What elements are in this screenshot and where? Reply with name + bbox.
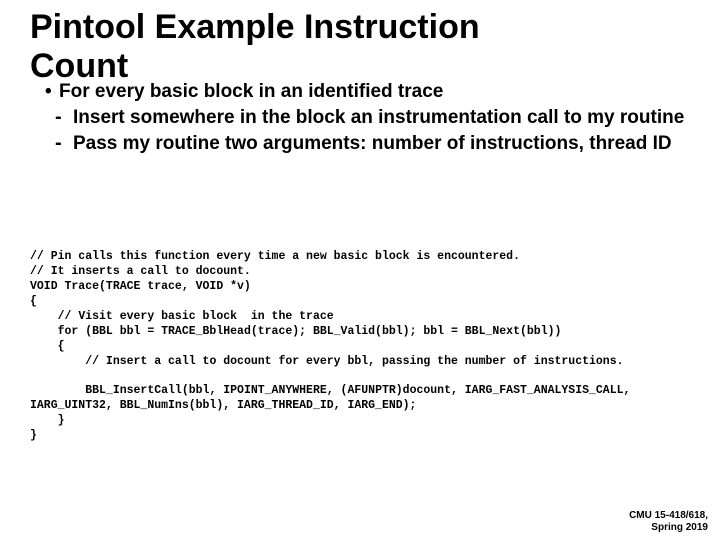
title-line-1: Pintool Example Instruction (30, 8, 480, 46)
body-text: For every basic block in an identified t… (45, 80, 690, 155)
code-block: // Pin calls this function every time a … (30, 250, 690, 444)
sub-bullet-2: Pass my routine two arguments: number of… (51, 132, 690, 156)
footer-line-1: CMU 15-418/618, (629, 510, 708, 521)
footer-line-2: Spring 2019 (651, 522, 708, 533)
sub-bullet-list: Insert somewhere in the block an instrum… (51, 106, 690, 156)
slide: Pintool Example Instruction Count For ev… (0, 0, 720, 10)
sub-bullet-1: Insert somewhere in the block an instrum… (51, 106, 690, 130)
main-bullet: For every basic block in an identified t… (45, 80, 690, 104)
footer: CMU 15-418/618, Spring 2019 (629, 510, 708, 534)
slide-title: Pintool Example Instruction Count (30, 8, 480, 86)
